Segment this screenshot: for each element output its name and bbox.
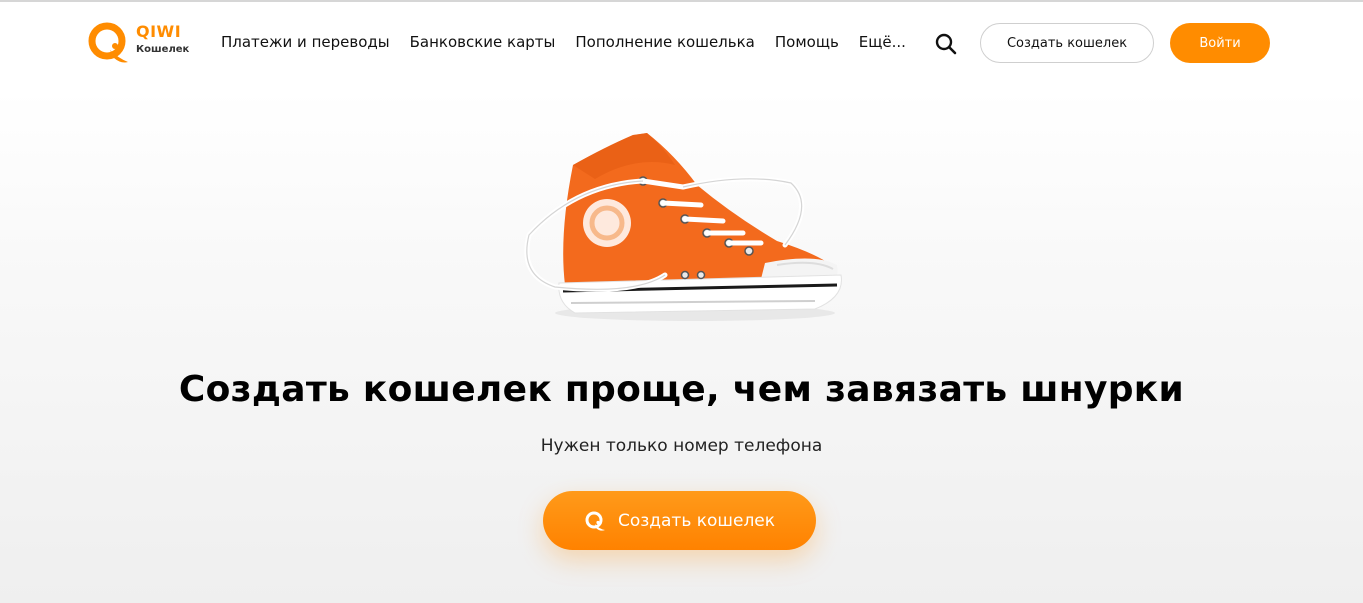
qiwi-logo-icon [585,511,605,531]
sneaker-illustration [524,133,842,321]
logo-brand-text: QIWI [136,22,182,41]
login-button[interactable]: Войти [1170,23,1270,63]
nav-item-payments[interactable]: Платежи и переводы [221,32,390,52]
search-button[interactable] [934,32,958,56]
nav-item-top-up[interactable]: Пополнение кошелька [575,32,755,52]
cta-label: Создать кошелек [617,510,776,531]
qiwi-logo-icon [88,22,128,63]
main-nav: Платежи и переводы Банковские карты Попо… [221,32,906,52]
hero-headline: Создать кошелек проще, чем завязать шнур… [178,369,1185,410]
logo-subtitle: Кошелек [136,44,190,55]
hero-subtitle: Нужен только номер телефона [540,436,823,456]
search-icon [935,33,957,55]
nav-item-more[interactable]: Ещё... [859,32,906,52]
create-wallet-cta-button[interactable]: Создать кошелек [543,491,816,550]
create-wallet-header-button[interactable]: Создать кошелек [980,23,1154,63]
qiwi-logo[interactable]: QIWI Кошелек [88,22,198,70]
nav-item-bank-cards[interactable]: Банковские карты [410,32,556,52]
nav-item-help[interactable]: Помощь [775,32,839,52]
site-header: QIWI Кошелек Платежи и переводы Банковск… [0,2,1363,84]
